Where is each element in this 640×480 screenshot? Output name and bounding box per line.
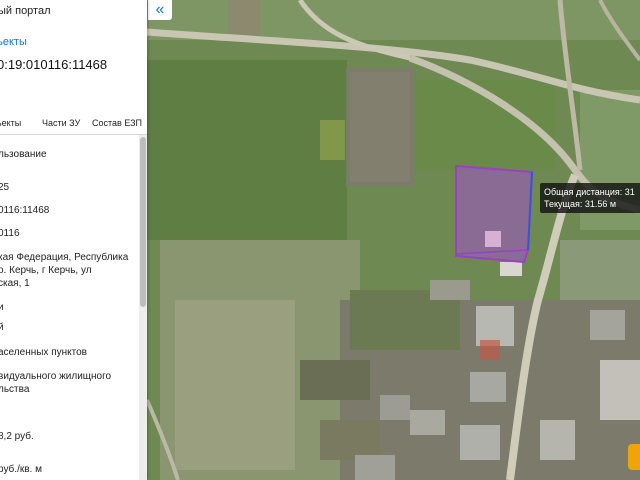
info-line-type: й bbox=[0, 322, 4, 333]
info-line-cad-number: 0116:11468 bbox=[0, 205, 50, 216]
info-line-unit-value: руб./кв. м bbox=[0, 464, 42, 475]
info-line-use-2: льства bbox=[0, 384, 30, 395]
portal-title: ый портал bbox=[0, 5, 51, 17]
measure-total-distance: Общая дистанция: 31 bbox=[544, 187, 635, 197]
info-panel: ый портал ъекты 0:19:010116:11468 ъекты … bbox=[0, 0, 147, 480]
home-icon[interactable] bbox=[628, 444, 640, 470]
tab-ezp-composition[interactable]: Состав ЕЗП bbox=[92, 118, 142, 128]
measure-current: Текущая: 31.56 м bbox=[544, 199, 617, 209]
info-line-category: аселенных пунктов bbox=[0, 347, 87, 358]
tab-parcel-parts[interactable]: Части ЗУ bbox=[42, 118, 80, 128]
panel-scrollbar-thumb[interactable] bbox=[140, 137, 146, 307]
panel-tabs: ъекты Части ЗУ Состав ЕЗП bbox=[0, 112, 147, 135]
info-line-use-1: видуального жилищного bbox=[0, 371, 112, 382]
panel-header: ый портал ъекты 0:19:010116:11468 bbox=[0, 0, 147, 106]
tab-objects[interactable]: ъекты bbox=[0, 118, 21, 128]
panel-scrollbar[interactable] bbox=[139, 135, 147, 480]
info-list: льзование 25 0116:11468 0116 кая Федерац… bbox=[0, 135, 139, 480]
info-line-permitted-use: льзование bbox=[0, 149, 47, 160]
info-line-cad-value: 8,2 руб. bbox=[0, 431, 34, 442]
collapse-panel-button[interactable]: « bbox=[148, 0, 172, 20]
info-line-address-1: кая Федерация, Республика bbox=[0, 252, 129, 263]
info-line-area: 25 bbox=[0, 182, 10, 193]
measure-tooltip: Общая дистанция: 31 Текущая: 31.56 м bbox=[540, 183, 640, 213]
info-line-quarter: 0116 bbox=[0, 228, 20, 239]
info-line-address-2: о. Керчь, г Керчь, ул bbox=[0, 265, 92, 276]
info-line-status: и bbox=[0, 302, 4, 313]
info-line-address-3: ская, 1 bbox=[0, 278, 30, 289]
cadastral-number: 0:19:010116:11468 bbox=[0, 57, 108, 72]
objects-link[interactable]: ъекты bbox=[0, 36, 27, 48]
